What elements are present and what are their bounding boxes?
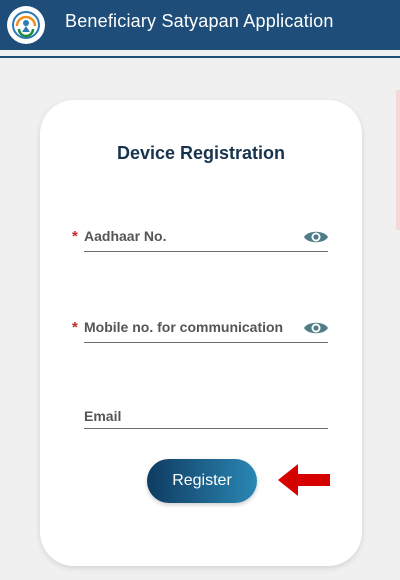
required-mark: * (72, 228, 78, 245)
mobile-input-underline[interactable] (84, 342, 328, 343)
mobile-label[interactable]: Mobile no. for communication (84, 319, 283, 335)
email-input-underline[interactable] (84, 428, 328, 429)
required-mark: * (72, 319, 78, 336)
eye-icon[interactable] (303, 228, 329, 246)
app-bar-divider (0, 56, 400, 58)
app-logo-icon (7, 6, 45, 44)
app-title: Beneficiary Satyapan Application (65, 11, 334, 31)
app-bar: Beneficiary Satyapan Application (0, 0, 400, 50)
arrow-left-icon (278, 464, 330, 496)
email-label[interactable]: Email (84, 408, 121, 424)
eye-icon[interactable] (303, 319, 329, 337)
aadhaar-input-underline[interactable] (84, 251, 328, 252)
side-panel-edge (396, 90, 400, 230)
register-button[interactable]: Register (147, 459, 257, 503)
aadhaar-label[interactable]: Aadhaar No. (84, 228, 166, 244)
form-title: Device Registration (116, 143, 286, 163)
